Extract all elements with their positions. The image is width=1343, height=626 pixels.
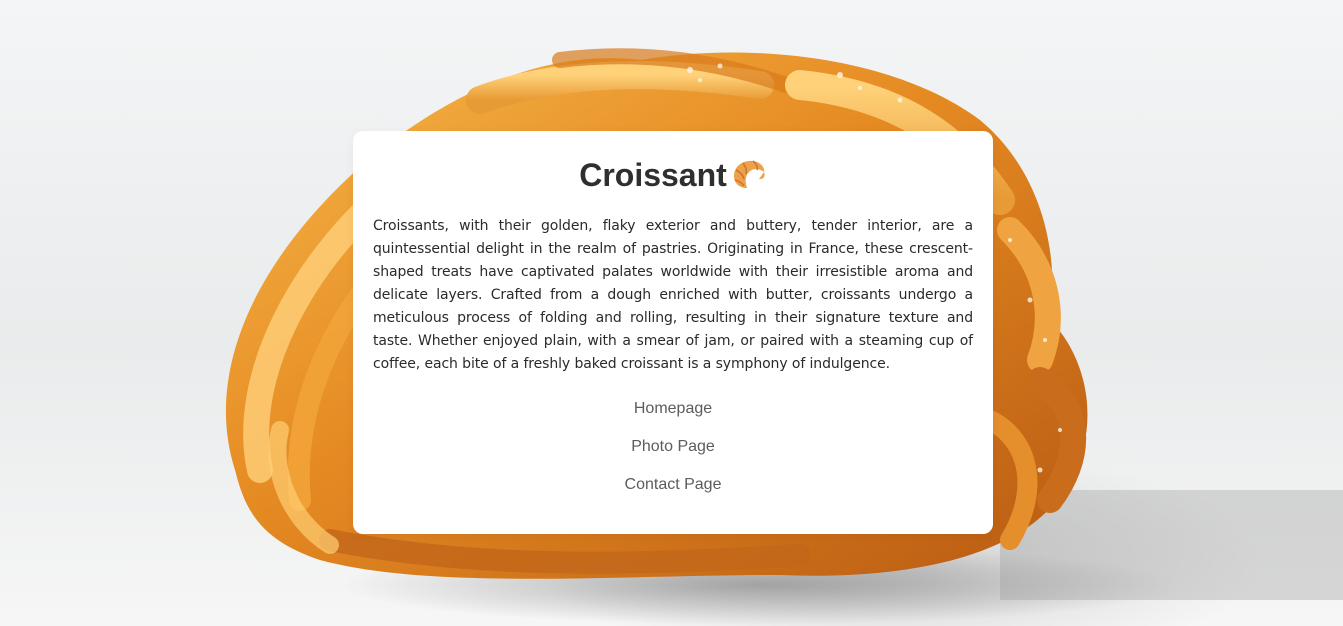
- page-title: Croissant: [579, 157, 727, 193]
- homepage-link[interactable]: Homepage: [634, 390, 712, 428]
- croissant-description: Croissants, with their golden, flaky ext…: [373, 218, 973, 372]
- page-nav: Homepage Photo Page Contact Page: [373, 390, 973, 504]
- info-card: Croissant Croissants, with their golden,…: [353, 131, 993, 534]
- title-row: Croissant: [373, 155, 973, 195]
- croissant-icon: [731, 158, 767, 192]
- contact-page-link[interactable]: Contact Page: [625, 466, 722, 504]
- photo-page-link[interactable]: Photo Page: [631, 428, 715, 466]
